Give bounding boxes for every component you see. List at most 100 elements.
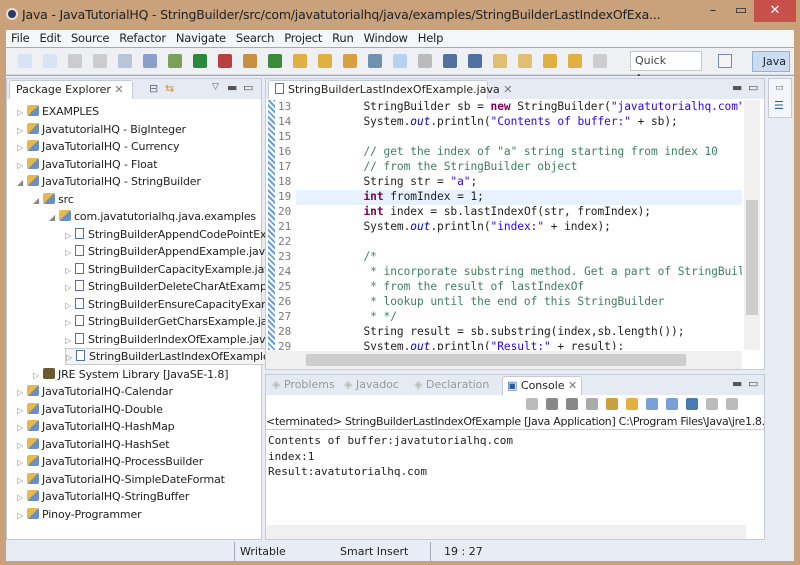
collapsed-arrow-icon[interactable]: ▷	[17, 489, 27, 506]
menu-source[interactable]: Source	[66, 30, 114, 47]
toolbar-action-icon[interactable]	[93, 54, 107, 68]
toolbar-action-icon[interactable]	[543, 54, 557, 68]
console-action-icon[interactable]	[646, 398, 658, 410]
collapsed-arrow-icon[interactable]: ▷	[65, 227, 75, 244]
tree-item[interactable]: ▷ Pinoy-Programmer	[17, 506, 142, 524]
menu-project[interactable]: Project	[279, 30, 327, 47]
toolbar-action-icon[interactable]	[268, 54, 282, 68]
toolbar-action-icon[interactable]	[118, 54, 132, 68]
maximize-view-icon[interactable]: ▭	[748, 81, 758, 94]
menu-window[interactable]: Window	[359, 30, 413, 47]
close-tab-icon[interactable]: ✕	[503, 83, 512, 96]
menu-navigate[interactable]: Navigate	[171, 30, 231, 47]
tab-problems[interactable]: ◈ Problems	[268, 376, 339, 394]
tree-item[interactable]: ▷ StringBuilderCapacityExample.java	[65, 261, 277, 278]
minimize-button[interactable]: –	[700, 0, 726, 22]
console-action-icon[interactable]	[546, 398, 558, 410]
tree-item[interactable]: ▷ EXAMPLES	[17, 103, 99, 120]
restore-icon[interactable]: ▭	[775, 83, 784, 93]
tree-item[interactable]: ▷ JavaTutorialHQ - Float	[17, 156, 158, 174]
console-action-icon[interactable]	[626, 398, 638, 410]
toolbar-action-icon[interactable]	[393, 54, 407, 68]
console-action-icon[interactable]	[566, 398, 578, 410]
toolbar-action-icon[interactable]	[293, 54, 307, 68]
expanded-arrow-icon[interactable]: ◢	[33, 192, 43, 209]
tree-item[interactable]: ▷ StringBuilderAppendExample.java	[65, 243, 272, 260]
console-action-icon[interactable]	[606, 398, 618, 410]
collapsed-arrow-icon[interactable]: ▷	[17, 507, 27, 524]
tab-declaration[interactable]: ◈ Declaration	[410, 376, 493, 394]
maximize-view-icon[interactable]: ▭	[748, 377, 758, 390]
tree-item[interactable]: ▷ JavaTutorialHQ-Double	[17, 401, 163, 418]
console-action-icon[interactable]	[726, 398, 738, 410]
collapsed-arrow-icon[interactable]: ▷	[65, 297, 75, 314]
outline-icon[interactable]: ☰	[774, 99, 784, 112]
maximize-view-icon[interactable]: ▭	[243, 81, 253, 94]
link-with-editor-icon[interactable]: ⇆	[165, 82, 174, 95]
toolbar-action-icon[interactable]	[593, 54, 607, 68]
collapsed-arrow-icon[interactable]: ▷	[65, 244, 75, 261]
collapsed-arrow-icon[interactable]: ▷	[17, 384, 27, 401]
tree-item[interactable]: ▷ StringBuilderGetCharsExample.java	[65, 313, 280, 330]
collapsed-arrow-icon[interactable]: ▷	[65, 279, 75, 296]
collapsed-arrow-icon[interactable]: ▷	[65, 332, 75, 349]
minimize-view-icon[interactable]: ▬	[732, 81, 742, 94]
menu-help[interactable]: Help	[413, 30, 448, 47]
open-perspective-icon[interactable]	[718, 54, 732, 68]
tree-item[interactable]: ▷ StringBuilderDeleteCharAtExample	[65, 278, 277, 296]
tree-item[interactable]: ◢ JavaTutorialHQ - StringBuilder	[17, 173, 201, 190]
toolbar-action-icon[interactable]	[218, 54, 232, 68]
tab-console[interactable]: ▣ Console ✕	[502, 376, 583, 395]
tree-item[interactable]: ▷ JavaTutorialHQ-HashSet	[17, 436, 170, 454]
toolbar-action-icon[interactable]	[143, 54, 157, 68]
tree-item[interactable]: ▷ StringBuilderAppendCodePointExa	[65, 226, 273, 243]
vertical-scrollbar[interactable]	[744, 100, 760, 350]
tree-item[interactable]: ▷ StringBuilderIndexOfExample.java	[65, 331, 272, 348]
toolbar-action-icon[interactable]	[343, 54, 357, 68]
toolbar-action-icon[interactable]	[468, 54, 482, 68]
tab-package-explorer[interactable]: Package Explorer ✕	[9, 80, 133, 99]
collapsed-arrow-icon[interactable]: ▷	[17, 157, 27, 174]
console-action-icon[interactable]	[686, 398, 698, 410]
menu-edit[interactable]: Edit	[34, 30, 65, 47]
collapsed-arrow-icon[interactable]: ▷	[65, 314, 75, 331]
expanded-arrow-icon[interactable]: ◢	[17, 174, 27, 191]
tree-item[interactable]: ◢ com.javatutorialhq.java.examples	[49, 208, 256, 225]
tree-item[interactable]: ▷ JavatutorialHQ - BigInteger	[17, 121, 186, 138]
close-tab-icon[interactable]: ✕	[114, 83, 123, 96]
toolbar-action-icon[interactable]	[68, 54, 82, 68]
collapsed-arrow-icon[interactable]: ▷	[17, 454, 27, 471]
toolbar-action-icon[interactable]	[18, 54, 32, 68]
console-action-icon[interactable]	[586, 398, 598, 410]
minimize-view-icon[interactable]: ▬	[732, 377, 742, 390]
toolbar-action-icon[interactable]	[43, 54, 57, 68]
tree-item[interactable]: ▷ JRE System Library [JavaSE-1.8]	[33, 366, 229, 384]
toolbar-action-icon[interactable]	[568, 54, 582, 68]
collapsed-arrow-icon[interactable]: ▷	[33, 367, 43, 384]
tree-item[interactable]: ▷ JavaTutorialHQ-StringBuffer	[17, 488, 189, 505]
collapsed-arrow-icon[interactable]: ▷	[17, 139, 27, 156]
maximize-button[interactable]: ▭	[728, 0, 754, 22]
collapse-all-icon[interactable]: ⊟	[149, 82, 158, 95]
toolbar-action-icon[interactable]	[318, 54, 332, 68]
toolbar-action-icon[interactable]	[518, 54, 532, 68]
tab-javadoc[interactable]: ◈ Javadoc	[340, 376, 403, 394]
tree-item-selected[interactable]: ▷ StringBuilderLastIndexOfExample.ja	[65, 348, 284, 365]
tab-editor-file[interactable]: StringBuilderLastIndexOfExample.java ✕	[268, 80, 512, 99]
toolbar-action-icon[interactable]	[243, 54, 257, 68]
collapsed-arrow-icon[interactable]: ▷	[66, 350, 76, 365]
tree-item[interactable]: ◢ src	[33, 191, 74, 208]
toolbar-action-icon[interactable]	[368, 54, 382, 68]
toolbar-action-icon[interactable]	[443, 54, 457, 68]
collapsed-arrow-icon[interactable]: ▷	[65, 262, 75, 279]
console-action-icon[interactable]	[526, 398, 538, 410]
tree-item[interactable]: ▷ JavaTutorialHQ-SimpleDateFormat	[17, 471, 225, 488]
collapsed-arrow-icon[interactable]: ▷	[17, 437, 27, 454]
collapsed-arrow-icon[interactable]: ▷	[17, 104, 27, 121]
tree-item[interactable]: ▷ JavaTutorialHQ-ProcessBuilder	[17, 453, 203, 470]
console-action-icon[interactable]	[706, 398, 718, 410]
toolbar-action-icon[interactable]	[493, 54, 507, 68]
collapsed-arrow-icon[interactable]: ▷	[17, 402, 27, 419]
console-output[interactable]: Contents of buffer:javatutorialhq.com ind…	[268, 433, 513, 480]
toolbar-action-icon[interactable]	[168, 54, 182, 68]
